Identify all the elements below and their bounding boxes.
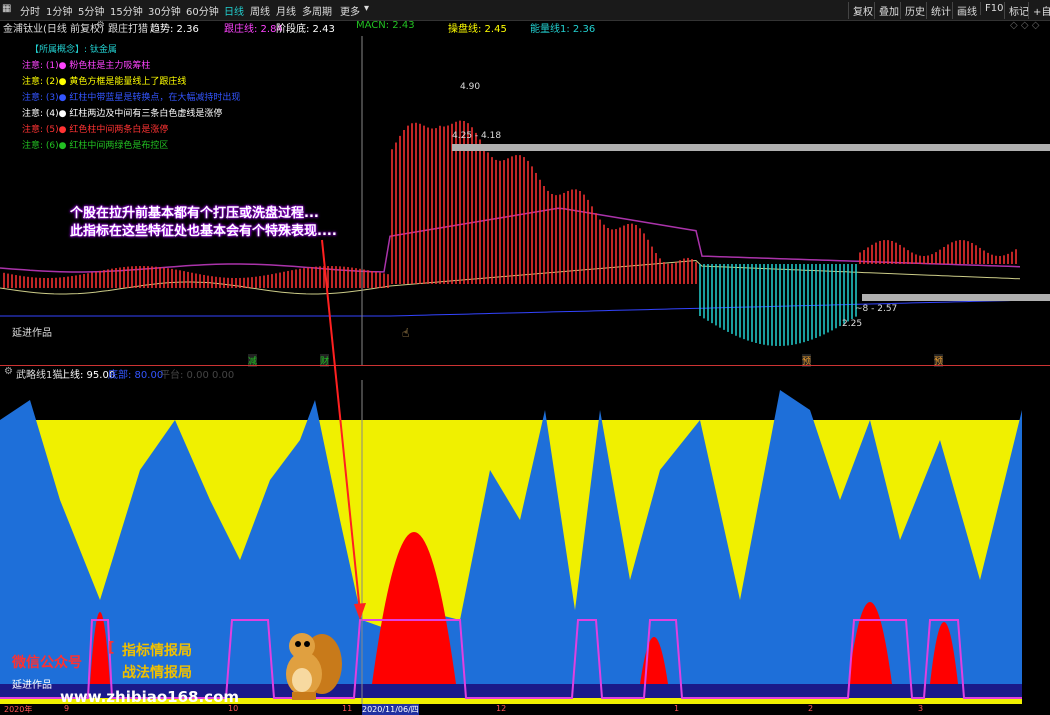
callout-line-1: 个股在拉升前基本都有个打压或洗盘过程... [70,206,319,221]
author-label: 延进作品 [12,328,52,339]
stage-bottom-value: 阶段底: 2.43 [276,24,335,35]
tab-period-more[interactable]: 更多 [340,3,360,18]
draw-line-button[interactable]: 画线 [952,2,981,19]
statistics-button[interactable]: 统计 [926,2,955,19]
tab-period-weekly[interactable]: 周线 [250,3,270,18]
note-4: 注意: (4)● 红柱两边及中间有三条白色虚线是涨停 [22,109,223,119]
custom-button[interactable]: +自 [1028,2,1050,19]
settings-gear-icon[interactable]: ⚙ [96,20,105,31]
tab-period-fenshi[interactable]: 分时 [20,3,40,18]
platform-value: 平台: 0.00 0.00 [160,370,235,381]
energy-line [0,259,1021,295]
indicator-infobar: 金浦钛业(日线 前复权) ⚙ 跟庄打猎 趋势: 2.36 跟庄线: 2.84 阶… [0,20,1050,36]
history-button[interactable]: 历史 [900,2,929,19]
tab-period-multi[interactable]: 多周期 [302,3,332,18]
sub-indicator-name[interactable]: 武略线1猫 [16,366,62,381]
upper-line-value: 上线: 95.00 [60,370,116,381]
tab-period-15min[interactable]: 15分钟 [110,3,143,18]
chevron-down-icon[interactable]: ▾ [364,3,369,14]
date-axis-label: 2020年 [4,705,33,714]
note-3: 注意: (3)● 红柱中带蓝星是转换点，在大幅减持时出现 [22,93,241,103]
note-1: 注意: (1)● 粉色柱是主力吸筹柱 [22,61,151,71]
squirrel-mascot-icon [286,633,342,700]
bottom-line-value: 底部: 80.00 [108,370,164,381]
watermark-line-2: 战法情报局 [122,665,192,681]
crosshair-date-label: 2020/11/06/四 [362,704,419,715]
note-5: 注意: (5)● 红色柱中间两条白是涨停 [22,125,169,135]
date-axis-label: 3 [918,704,924,713]
author-label-sub: 延进作品 [12,680,52,691]
notes-panel: 【所属概念】: 钛金属 注意: (1)● 粉色柱是主力吸筹柱 注意: (2)● … [0,36,400,156]
date-axis-label: 2 [808,704,814,713]
overlay-button[interactable]: 叠加 [874,2,903,19]
toolbar-grid-icon[interactable]: ▦ [2,3,11,14]
resistance-band [452,144,1050,151]
tab-period-30min[interactable]: 30分钟 [148,3,181,18]
support-band [862,294,1050,301]
range-low-label: ~8 - 2.57 [855,304,898,314]
date-axis-label: 1 [674,704,680,713]
macn-value: MACN: 2.43 [356,20,415,31]
date-axis-label: 12 [496,704,507,713]
watermark-bracket-icon: [ [108,640,115,656]
date-axis-label: 10 [228,704,239,713]
date-axis: 2020年 9 10 11 2020/11/06/四 12 1 2 3 [0,704,1050,715]
follow-line-value: 跟庄线: 2.84 [224,24,283,35]
note-2: 注意: (2)● 黄色方框是能量线上了跟庄线 [22,77,187,87]
period-toolbar: ▦ 分时 1分钟 5分钟 15分钟 30分钟 60分钟 日线 周线 月线 多周期… [0,0,1050,21]
panel-control-icons[interactable]: ◇ ◇ ◇ [1010,20,1039,31]
restore-rights-button[interactable]: 复权 [848,2,877,19]
stock-title: 金浦钛业(日线 前复权) [3,24,104,35]
sub-indicator-header: ⚙ 武略线1猫 上线: 95.00 底部: 80.00 平台: 0.00 0.0… [0,366,1050,381]
tab-period-60min[interactable]: 60分钟 [186,3,219,18]
wechat-label: 微信公众号 [12,655,82,671]
tab-period-1min[interactable]: 1分钟 [46,3,72,18]
operation-line-value: 操盘线: 2.45 [448,24,507,35]
note-concept: 【所属概念】: 钛金属 [30,45,117,55]
tab-period-5min[interactable]: 5分钟 [78,3,104,18]
trend-value: 趋势: 2.36 [150,24,199,35]
tab-period-daily[interactable]: 日线 [224,3,244,18]
watermark-line-1: 指标情报局 [122,643,192,659]
indicator-name[interactable]: 跟庄打猎 [108,20,148,35]
date-axis-label: 11 [342,704,353,713]
range-top-label: 4.25 - 4.18 [452,131,502,141]
tab-period-monthly[interactable]: 月线 [276,3,296,18]
energy-line-value: 能量线1: 2.36 [530,24,596,35]
date-axis-label: 9 [64,704,70,713]
sub-settings-gear-icon[interactable]: ⚙ [4,366,13,377]
note-6: 注意: (6)● 红柱中间两绿色是布控区 [22,141,169,151]
callout-line-2: 此指标在这些特征处也基本会有个特殊表现.... [70,224,337,239]
low-price-label: 2.25 [842,319,863,329]
high-price-label: 4.90 [460,82,481,92]
hand-cursor-icon: ☝ [402,326,410,340]
